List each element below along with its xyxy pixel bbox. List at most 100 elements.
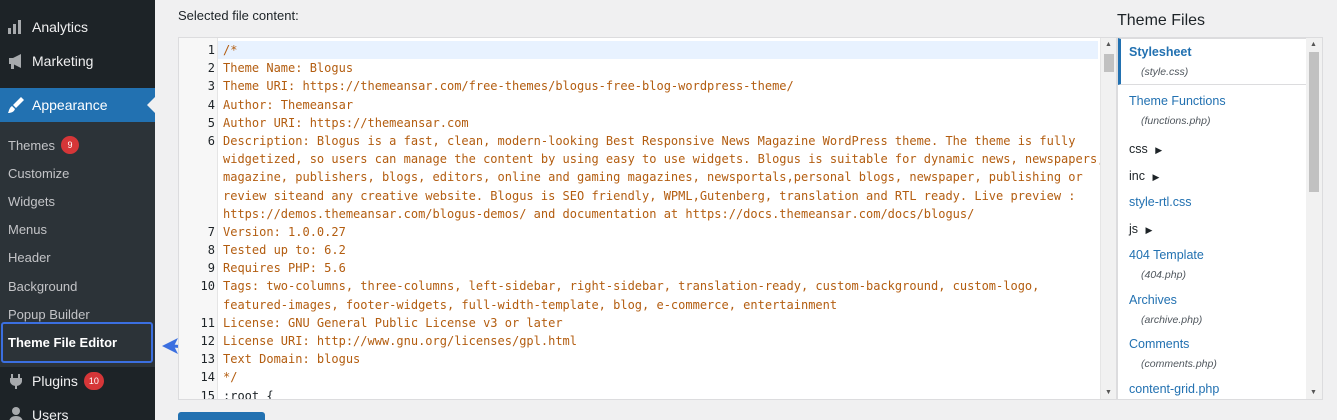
file-stylesheet[interactable]: Stylesheet (1129, 45, 1192, 59)
file-404-template[interactable]: 404 Template (1129, 248, 1204, 262)
sidebar-item-marketing[interactable]: Marketing (0, 44, 155, 78)
folder-js[interactable]: js ▶ (1129, 222, 1152, 236)
file-comments[interactable]: Comments (1129, 337, 1189, 351)
scroll-up-icon[interactable]: ▲ (1310, 41, 1317, 48)
line-number: 10 (200, 279, 215, 294)
code-text: Version: 1.0.0.27 (223, 224, 346, 239)
code-line[interactable]: 15 :root { (201, 387, 1098, 400)
file-subname: (404.php) (1141, 269, 1186, 281)
folder-label: css (1129, 142, 1148, 156)
selected-file-label: Selected file content: (178, 8, 299, 23)
file-subname: (archive.php) (1141, 314, 1203, 326)
line-number: 2 (207, 61, 215, 76)
line-number: 9 (207, 261, 215, 276)
scrollbar-thumb[interactable] (1104, 54, 1114, 72)
code-text: Tested up to: 6.2 (223, 243, 346, 258)
code-line[interactable]: 8 Tested up to: 6.2 (208, 241, 1098, 259)
code-editor[interactable]: 1 /* 2 Theme Name: Blogus 3 Theme URI: https:… (178, 37, 1117, 400)
line-number: 15 (200, 388, 215, 400)
code-line[interactable]: 10 Tags: two-columns, three-columns, left… (201, 277, 1098, 295)
code-text: Description: Blogus is a fast, clean, mo… (223, 133, 1076, 148)
code-line[interactable]: 13 Text Domain: blogus (201, 350, 1098, 368)
line-number: 6 (207, 133, 215, 148)
caret-right-icon: ▶ (1145, 225, 1153, 235)
code-text: Text Domain: blogus (223, 352, 361, 367)
code-text: License URI: http://www.gnu.org/licenses… (223, 334, 578, 348)
code-line[interactable]: 5 Author URI: https://themeansar.com (208, 114, 1098, 132)
code-text: widgetized, so users can manage the cont… (223, 152, 1105, 167)
sidebar-item-analytics[interactable]: Analytics (0, 10, 155, 44)
submenu-item-background[interactable]: Background (8, 276, 77, 296)
sidebar-item-label: Plugins (32, 373, 78, 389)
code-line[interactable]: 11 License: GNU General Public License v3… (201, 314, 1098, 332)
code-line[interactable]: featured-images, footer-widgets, full-wi… (218, 296, 1098, 314)
update-count-badge: 9 (60, 136, 79, 154)
code-text: Author URI: https://themeansar.com (223, 115, 469, 130)
line-number: 3 (207, 79, 215, 94)
scroll-down-icon[interactable]: ▼ (1105, 389, 1112, 396)
sidebar-item-users[interactable]: Users (0, 398, 155, 420)
folder-inc[interactable]: inc ▶ (1129, 169, 1159, 183)
paintbrush-icon (6, 95, 26, 115)
file-archives[interactable]: Archives (1129, 293, 1177, 307)
sidebar-item-plugins[interactable]: Plugins 10 (0, 364, 155, 398)
file-theme-functions[interactable]: Theme Functions (1129, 94, 1226, 108)
submenu-item-themes[interactable]: Themes 9 (8, 135, 79, 155)
code-text: Requires PHP: 5.6 (223, 261, 346, 276)
scrollbar-thumb[interactable] (1309, 52, 1319, 192)
theme-files-title: Theme Files (1117, 12, 1206, 29)
code-content[interactable]: 1 /* 2 Theme Name: Blogus 3 Theme URI: https:… (201, 41, 1104, 400)
update-file-button[interactable] (178, 412, 265, 420)
code-line[interactable]: 7 Version: 1.0.0.27 (208, 223, 1098, 241)
scroll-up-icon[interactable]: ▲ (1105, 41, 1112, 48)
sidebar-item-appearance[interactable]: Appearance (0, 88, 155, 122)
line-number: 1 (207, 43, 215, 57)
submenu-item-widgets[interactable]: Widgets (8, 191, 55, 211)
editor-scrollbar[interactable]: ▲ ▼ (1100, 38, 1116, 399)
folder-css[interactable]: css ▶ (1129, 142, 1162, 156)
code-text: magazine, publishers, blogs, editors, on… (223, 170, 1083, 185)
code-line[interactable]: https://demos.themeansar.com/blogus-demo… (218, 205, 1098, 223)
code-text: /* (223, 43, 238, 57)
file-list-scrollbar[interactable]: ▲ ▼ (1306, 38, 1322, 399)
submenu-item-menus[interactable]: Menus (8, 219, 47, 239)
file-style-rtl[interactable]: style-rtl.css (1129, 195, 1192, 209)
code-line[interactable]: 3 Theme URI: https://themeansar.com/free-… (208, 77, 1098, 95)
code-line[interactable]: widgetized, so users can manage the cont… (218, 150, 1104, 168)
sidebar-item-label: Users (32, 407, 69, 420)
file-content-grid[interactable]: content-grid.php (1129, 382, 1219, 396)
bar-chart-icon (6, 17, 26, 37)
file-subname: (comments.php) (1141, 358, 1217, 370)
code-line[interactable]: 2 Theme Name: Blogus (208, 59, 1098, 77)
code-text: Theme URI: https://themeansar.com/free-t… (223, 79, 794, 94)
code-line[interactable]: review siteand any creative website. Blo… (218, 187, 1098, 205)
code-line[interactable]: 12 License URI: http://www.gnu.org/licens… (201, 332, 1098, 350)
sidebar-item-label: Appearance (32, 97, 108, 113)
code-line[interactable]: 14 */ (201, 368, 1098, 386)
code-text: :root { (223, 388, 274, 400)
submenu-item-popup-builder[interactable]: Popup Builder (8, 304, 90, 324)
code-line[interactable]: magazine, publishers, blogs, editors, on… (218, 168, 1098, 186)
code-text: featured-images, footer-widgets, full-wi… (223, 297, 838, 312)
code-line[interactable]: 1 /* (208, 41, 1098, 60)
code-line[interactable]: 6 Description: Blogus is a fast, clean, m… (208, 132, 1098, 150)
highlight-outline (1, 322, 153, 363)
code-line[interactable]: 9 Requires PHP: 5.6 (208, 259, 1098, 277)
line-number: 12 (200, 334, 215, 348)
line-number: 13 (200, 352, 215, 367)
code-text: Tags: two-columns, three-columns, left-s… (223, 279, 1040, 294)
dashboard-icon (6, 0, 26, 10)
line-number: 7 (207, 224, 215, 239)
sidebar-item-label: Marketing (32, 53, 94, 69)
caret-right-icon: ▶ (1155, 145, 1163, 155)
sidebar-item-partial[interactable] (0, 0, 155, 8)
code-text: Author: Themeansar (223, 97, 354, 112)
submenu-item-customize[interactable]: Customize (8, 163, 69, 183)
code-text: */ (223, 370, 238, 385)
admin-sidebar: Analytics Marketing Appearance Themes 9 … (0, 0, 155, 420)
line-number: 5 (207, 115, 215, 130)
code-line[interactable]: 4 Author: Themeansar (208, 96, 1098, 114)
scroll-down-icon[interactable]: ▼ (1310, 389, 1317, 396)
submenu-item-header[interactable]: Header (8, 247, 51, 267)
folder-label: inc (1129, 169, 1145, 183)
